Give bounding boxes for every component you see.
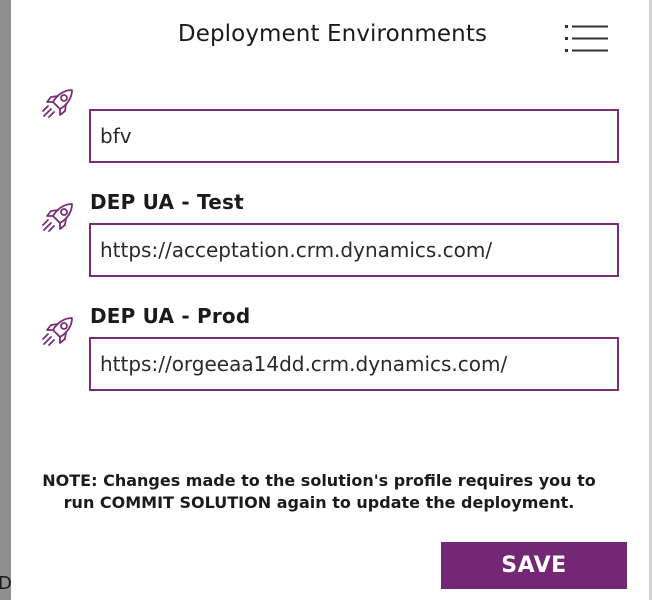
dialog-title: Deployment Environments <box>177 21 488 47</box>
environment-1-rocket-icon <box>39 83 79 123</box>
background-edge-letter: D <box>0 573 12 594</box>
profile-change-note: NOTE: Changes made to the solution's pro… <box>40 470 598 514</box>
environment-3-label: DEP UA - Prod <box>90 304 251 328</box>
environment-1-url-input[interactable] <box>89 109 619 163</box>
save-button[interactable]: SAVE <box>441 542 627 589</box>
deployment-environments-dialog: D Deployment Environments bfv DEP UA - T… <box>0 0 652 600</box>
environment-2-rocket-icon <box>39 197 79 237</box>
note-line-2: run COMMIT SOLUTION again to update the … <box>63 493 575 512</box>
hamburger-menu-icon <box>565 25 608 52</box>
background-window-edge: D <box>0 0 12 600</box>
environment-2-url-input[interactable] <box>89 223 619 277</box>
menu-button[interactable] <box>562 22 610 56</box>
environment-3-rocket-icon <box>39 311 79 351</box>
environment-3-url-input[interactable] <box>89 337 619 391</box>
environment-2-label: DEP UA - Test <box>90 190 244 214</box>
note-line-1: NOTE: Changes made to the solution's pro… <box>42 471 596 490</box>
